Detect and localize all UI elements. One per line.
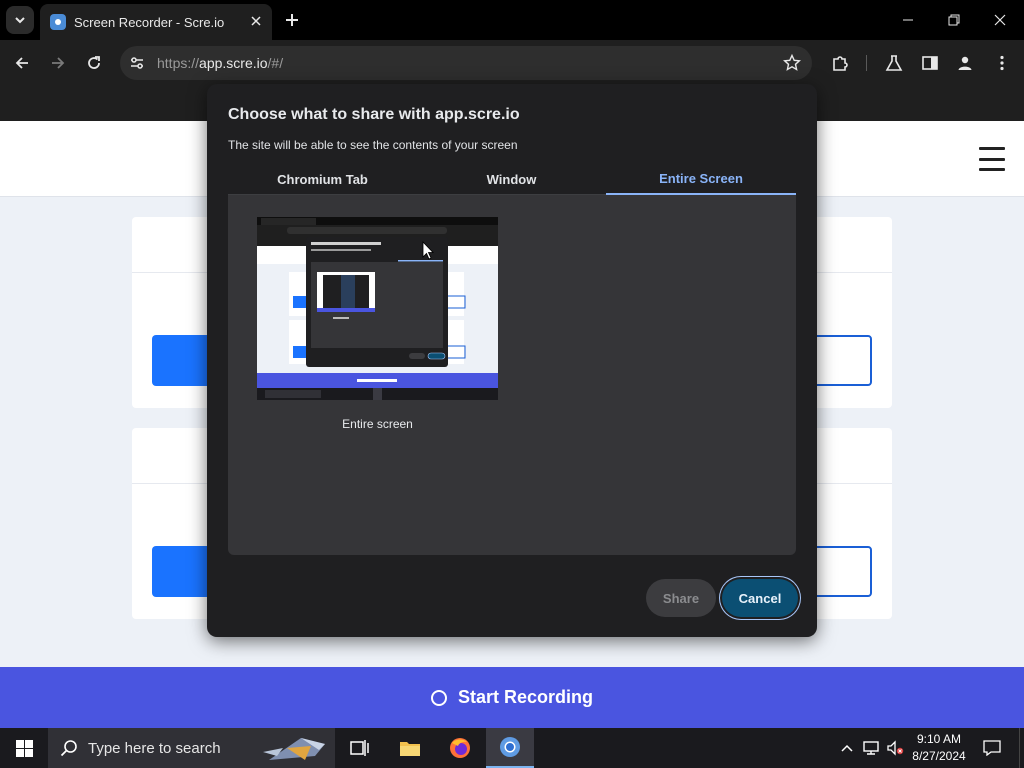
folder-icon	[400, 742, 420, 756]
reload-icon	[88, 56, 100, 69]
firefox-button[interactable]	[436, 728, 484, 768]
screen-preview-image	[257, 217, 498, 400]
clock-date: 8/27/2024	[912, 749, 966, 763]
url-text: https://app.scre.io/#/	[157, 55, 283, 71]
circle-outline-icon	[430, 689, 447, 706]
network-button[interactable]	[861, 738, 881, 758]
forward-button[interactable]	[43, 48, 73, 78]
close-window-button[interactable]	[986, 6, 1014, 34]
dialog-title: Choose what to share with app.scre.io	[228, 106, 520, 123]
restore-button[interactable]	[940, 6, 968, 34]
restore-icon	[948, 14, 960, 26]
plus-icon	[286, 14, 298, 26]
bookmark-button[interactable]	[782, 53, 802, 73]
share-button[interactable]: Share	[646, 579, 716, 617]
minimize-icon	[903, 19, 913, 21]
tab-close-button[interactable]	[246, 11, 266, 31]
browser-menu-button[interactable]	[989, 50, 1015, 76]
search-highlight-icon	[263, 738, 325, 760]
hamburger-menu-icon[interactable]	[979, 147, 1005, 171]
windows-logo-icon	[15, 739, 33, 757]
star-icon	[783, 54, 801, 71]
network-icon	[863, 741, 879, 755]
labs-button[interactable]	[881, 50, 907, 76]
clock-time: 9:10 AM	[916, 732, 962, 746]
address-bar[interactable]: https://app.scre.io/#/	[120, 46, 812, 80]
share-source-tabs: Chromium Tab Window Entire Screen	[228, 164, 796, 195]
puzzle-icon	[833, 56, 848, 71]
tab-entire-screen[interactable]: Entire Screen	[606, 164, 796, 195]
extensions-button[interactable]	[827, 50, 853, 76]
kebab-menu-icon	[1000, 55, 1004, 71]
forward-arrow-icon	[52, 57, 65, 69]
taskbar-search-box[interactable]: Type here to search	[48, 728, 335, 768]
chat-bubble-icon	[983, 740, 1001, 756]
start-button[interactable]	[0, 728, 48, 768]
show-desktop-button[interactable]	[1019, 728, 1024, 768]
search-placeholder: Type here to search	[88, 739, 221, 757]
side-panel-button[interactable]	[917, 50, 943, 76]
notifications-button[interactable]	[982, 738, 1002, 758]
tune-icon[interactable]	[128, 54, 146, 72]
url-scheme: https://	[157, 55, 200, 71]
browser-toolbar: https://app.scre.io/#/	[0, 40, 1024, 86]
chevron-down-icon	[15, 17, 25, 24]
tab-search-button[interactable]	[6, 6, 34, 34]
tab-title: Screen Recorder - Scre.io	[74, 14, 225, 30]
person-icon	[958, 56, 972, 70]
chromium-icon	[500, 737, 520, 757]
task-view-icon	[350, 740, 369, 756]
back-arrow-icon	[15, 57, 28, 69]
chevron-up-icon	[841, 744, 853, 752]
cancel-button[interactable]: Cancel	[722, 579, 798, 617]
toolbar-separator	[866, 55, 867, 71]
browser-tab-active[interactable]: Screen Recorder - Scre.io	[40, 4, 272, 40]
browser-tab-strip: Screen Recorder - Scre.io	[0, 0, 1024, 40]
minimize-button[interactable]	[894, 6, 922, 34]
screen-recorder-favicon-icon	[50, 14, 66, 30]
close-icon	[251, 16, 261, 26]
task-view-button[interactable]	[336, 728, 384, 768]
side-panel-icon	[922, 56, 938, 70]
windows-taskbar: Type here to search 9:10 AM 8/27/2024	[0, 728, 1024, 768]
taskbar-clock[interactable]: 9:10 AM 8/27/2024	[900, 731, 978, 765]
dialog-subtitle: The site will be able to see the content…	[228, 138, 518, 152]
back-button[interactable]	[7, 48, 37, 78]
start-recording-button[interactable]: Start Recording	[0, 667, 1024, 728]
new-tab-button[interactable]	[280, 8, 304, 32]
start-recording-label: Start Recording	[457, 687, 594, 707]
reload-button[interactable]	[79, 48, 109, 78]
entire-screen-label: Entire screen	[342, 417, 413, 431]
url-path: /#/	[267, 55, 284, 71]
firefox-icon	[450, 738, 470, 758]
screen-share-dialog: Choose what to share with app.scre.io Th…	[207, 84, 817, 637]
tab-window[interactable]: Window	[417, 164, 606, 195]
tab-chromium-tab[interactable]: Chromium Tab	[228, 164, 417, 195]
share-source-panel: Entire screen	[228, 195, 796, 555]
flask-icon	[885, 55, 903, 71]
close-icon	[994, 14, 1006, 26]
url-host: app.scre.io	[199, 55, 268, 71]
entire-screen-thumbnail[interactable]	[257, 217, 498, 400]
chromium-button[interactable]	[486, 728, 534, 768]
file-explorer-button[interactable]	[386, 728, 434, 768]
search-icon	[60, 740, 77, 757]
tray-overflow-button[interactable]	[837, 738, 857, 758]
profile-button[interactable]	[952, 50, 978, 76]
